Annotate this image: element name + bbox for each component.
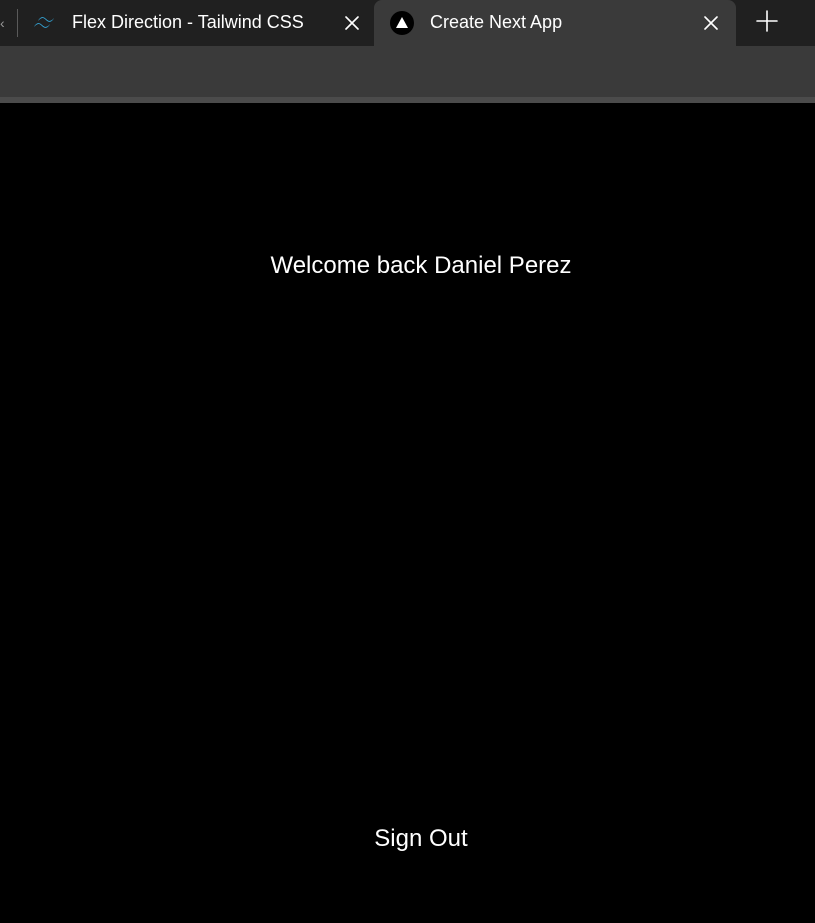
browser-tabstrip: ‹ Flex Direction - Tailwind CSS Create N… xyxy=(0,0,815,46)
sign-out-button[interactable]: Sign Out xyxy=(352,819,490,859)
browser-toolbar xyxy=(0,46,815,97)
tab-title: Create Next App xyxy=(430,12,563,32)
tab-create-next-app[interactable]: Create Next App xyxy=(374,0,736,46)
tailwind-logo-icon xyxy=(32,11,56,35)
welcome-message: Welcome back Daniel Perez xyxy=(270,252,572,279)
next-triangle-icon xyxy=(390,11,414,35)
close-icon[interactable] xyxy=(700,12,722,34)
close-icon[interactable] xyxy=(341,12,363,34)
tab-flex-direction[interactable]: Flex Direction - Tailwind CSS xyxy=(18,0,374,44)
page-viewport: Welcome back Daniel Perez Sign Out xyxy=(0,103,815,923)
plus-icon xyxy=(756,9,778,37)
tab-title: Flex Direction - Tailwind CSS xyxy=(72,12,304,32)
new-tab-button[interactable] xyxy=(752,8,782,38)
overflow-tab-edge: ‹ xyxy=(0,15,5,31)
